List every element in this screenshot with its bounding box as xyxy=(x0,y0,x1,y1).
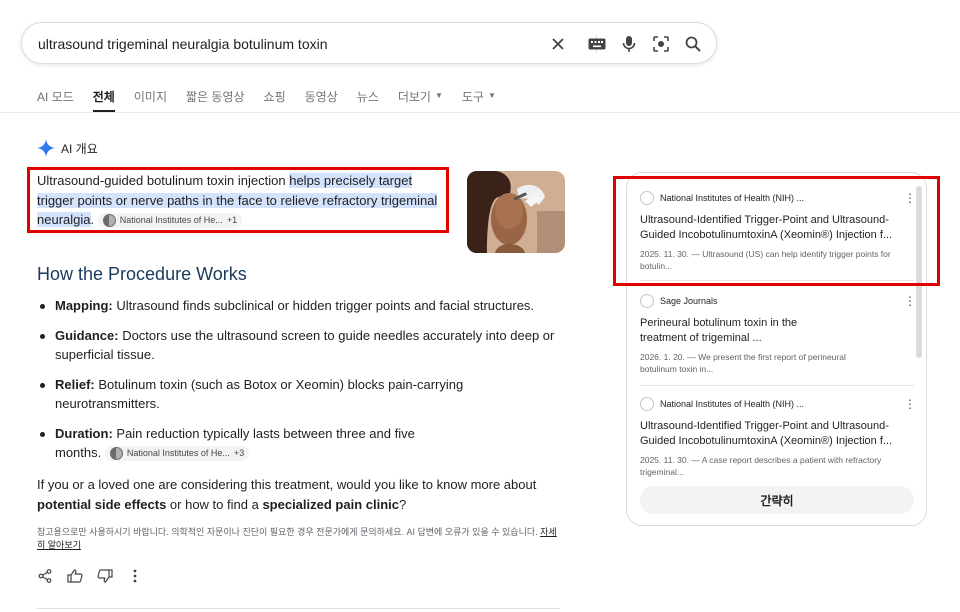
follow-up-question: If you or a loved one are considering th… xyxy=(37,475,567,515)
feedback-actions xyxy=(37,568,143,584)
ai-overview-header: AI 개요 xyxy=(37,139,98,157)
source-card[interactable]: National Institutes of Health (NIH) ... … xyxy=(640,396,916,478)
site-favicon-icon xyxy=(640,294,654,308)
more-options-icon[interactable] xyxy=(127,568,143,584)
keyboard-icon[interactable] xyxy=(585,32,609,56)
bullet-term: Relief: xyxy=(55,376,95,392)
source-divider xyxy=(640,385,914,386)
tab-tools[interactable]: 도구 ▼ xyxy=(462,88,496,112)
section-divider xyxy=(37,608,560,609)
source-card[interactable]: Sage Journals ⋮ Perineural botulinum tox… xyxy=(640,293,916,375)
source-snippet: 2025. 11. 30. — A case report describes … xyxy=(640,455,882,477)
site-favicon-icon xyxy=(640,397,654,411)
tab-news[interactable]: 뉴스 xyxy=(357,88,379,112)
list-item: Mapping: Ultrasound finds subclinical or… xyxy=(37,296,567,316)
show-less-button[interactable]: 간략히 xyxy=(640,486,914,514)
annotation-box xyxy=(613,176,940,286)
tab-shopping[interactable]: 쇼핑 xyxy=(264,88,286,112)
tab-images[interactable]: 이미지 xyxy=(134,88,167,112)
caret-down-icon: ▼ xyxy=(487,91,496,100)
source-chip-count: +3 xyxy=(233,447,245,458)
bullet-text: Doctors use the ultrasound screen to gui… xyxy=(55,327,555,363)
bullet-text: Ultrasound finds subclinical or hidden t… xyxy=(112,298,535,313)
camera-search-icon[interactable] xyxy=(649,32,673,56)
source-snippet: 2026. 1. 20. — We present the first repo… xyxy=(640,352,846,374)
search-tabs: AI 모드 전체 이미지 짧은 동영상 쇼핑 동영상 뉴스 더보기 ▼ 도구 ▼ xyxy=(37,88,515,112)
followup-text: If you or a loved one are considering th… xyxy=(37,477,537,492)
ai-sparkle-icon xyxy=(37,139,55,157)
search-bar[interactable] xyxy=(21,22,717,64)
mic-icon[interactable] xyxy=(617,32,641,56)
followup-text: ? xyxy=(399,497,407,512)
source-site: National Institutes of Health (NIH) ... xyxy=(660,399,805,409)
ai-overview-label: AI 개요 xyxy=(61,141,98,156)
source-title[interactable]: Ultrasound-Identified Trigger-Point and … xyxy=(640,419,914,449)
tab-videos[interactable]: 동영상 xyxy=(305,88,338,112)
procedure-list: Mapping: Ultrasound finds subclinical or… xyxy=(37,296,567,473)
list-item: Duration: Pain reduction typically lasts… xyxy=(37,424,437,463)
procedure-thumbnail[interactable] xyxy=(467,171,565,253)
source-chip-label: National Institutes of He... xyxy=(126,447,230,458)
followup-text: or how to find a xyxy=(166,497,263,512)
search-icon[interactable] xyxy=(681,32,705,56)
section-title: How the Procedure Works xyxy=(37,264,247,284)
thumbs-up-icon[interactable] xyxy=(67,568,83,584)
source-favicon-icon xyxy=(109,447,123,461)
list-item: Guidance: Doctors use the ultrasound scr… xyxy=(37,326,567,365)
tab-all[interactable]: 전체 xyxy=(92,88,115,112)
disclaimer: 참고용으로만 사용하시기 바랍니다. 의학적인 자문이나 진단이 필요한 경우 … xyxy=(37,526,557,552)
source-title[interactable]: Perineural botulinum toxin in the treatm… xyxy=(640,316,820,346)
tab-ai-mode[interactable]: AI 모드 xyxy=(37,88,74,112)
tab-more[interactable]: 더보기 ▼ xyxy=(398,88,443,112)
bullet-term: Duration: xyxy=(55,425,113,441)
bullet-term: Mapping: xyxy=(55,298,113,313)
bullet-term: Guidance: xyxy=(55,327,119,343)
followup-emphasis: potential side effects xyxy=(37,497,167,512)
list-item: Relief: Botulinum toxin (such as Botox o… xyxy=(37,375,567,414)
annotation-box xyxy=(27,167,449,233)
followup-emphasis: specialized pain clinic xyxy=(262,497,399,512)
bullet-text: Botulinum toxin (such as Botox or Xeomin… xyxy=(55,376,464,412)
thumbs-down-icon[interactable] xyxy=(97,568,113,584)
caret-down-icon: ▼ xyxy=(434,91,443,100)
more-options-icon[interactable]: ⋮ xyxy=(904,397,916,411)
share-icon[interactable] xyxy=(37,568,53,584)
more-options-icon[interactable]: ⋮ xyxy=(904,294,916,308)
disclaimer-text: 참고용으로만 사용하시기 바랍니다. 의학적인 자문이나 진단이 필요한 경우 … xyxy=(37,527,541,537)
tabs-divider xyxy=(0,112,960,113)
tab-short-videos[interactable]: 짧은 동영상 xyxy=(186,88,245,112)
close-icon[interactable] xyxy=(546,32,570,56)
source-chip[interactable]: National Institutes of He... +3 xyxy=(104,446,250,462)
source-site: Sage Journals xyxy=(660,296,718,306)
search-input[interactable] xyxy=(38,33,538,55)
